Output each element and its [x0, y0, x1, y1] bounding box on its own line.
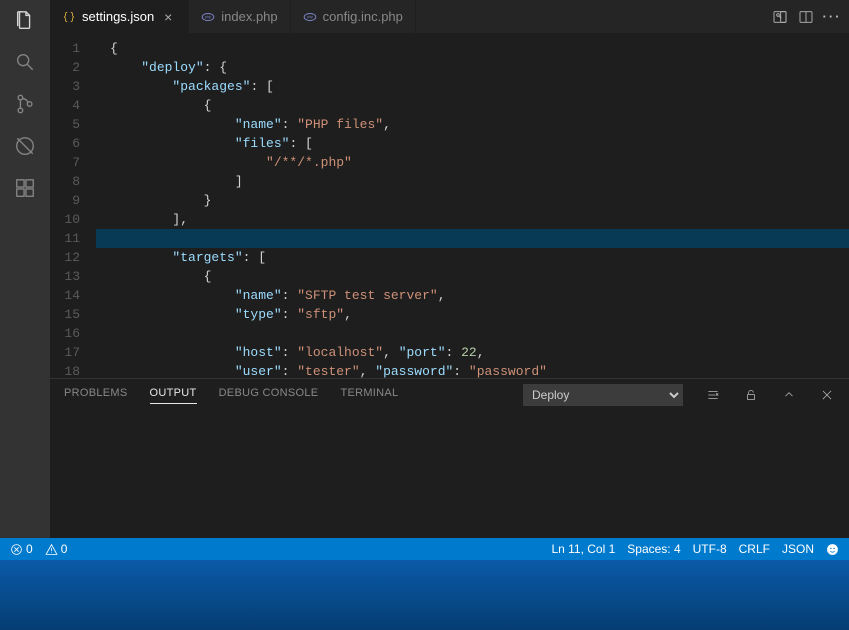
clear-output-icon[interactable] — [705, 387, 721, 403]
more-actions-icon[interactable]: ··· — [823, 8, 841, 26]
line-number: 13 — [50, 267, 80, 286]
panel: PROBLEMS OUTPUT DEBUG CONSOLE TERMINAL Depl… — [50, 378, 849, 538]
tab-index-php[interactable]: php index.php — [189, 0, 290, 33]
line-number: 1 — [50, 39, 80, 58]
source-control-icon[interactable] — [13, 92, 37, 116]
code-line[interactable]: "deploy": { — [96, 58, 849, 77]
panel-tab-terminal[interactable]: TERMINAL — [340, 387, 398, 404]
code-line[interactable]: "name": "PHP files", — [96, 115, 849, 134]
status-bar: 0 0 Ln 11, Col 1 Spaces: 4 UTF-8 CRLF JS… — [0, 538, 849, 560]
explorer-icon[interactable] — [13, 8, 37, 32]
code-line[interactable]: "/**/*.php" — [96, 153, 849, 172]
maximize-panel-icon[interactable] — [781, 387, 797, 403]
code-line[interactable]: "user": "tester", "password": "password" — [96, 362, 849, 378]
line-number: 18 — [50, 362, 80, 378]
tab-settings-json[interactable]: settings.json × — [50, 0, 189, 33]
php-file-icon: php — [303, 10, 317, 24]
split-editor-icon[interactable] — [797, 8, 815, 26]
line-number: 17 — [50, 343, 80, 362]
svg-text:php: php — [307, 15, 313, 19]
code-line[interactable]: ] — [96, 172, 849, 191]
search-icon[interactable] — [13, 50, 37, 74]
code-line[interactable]: "files": [ — [96, 134, 849, 153]
line-number: 9 — [50, 191, 80, 210]
line-number: 12 — [50, 248, 80, 267]
line-number: 5 — [50, 115, 80, 134]
code-line[interactable]: { — [96, 267, 849, 286]
line-number: 3 — [50, 77, 80, 96]
json-file-icon — [62, 10, 76, 24]
panel-tab-output[interactable]: OUTPUT — [150, 387, 197, 404]
line-number: 11 — [50, 229, 80, 248]
line-number: 14 — [50, 286, 80, 305]
php-file-icon: php — [201, 10, 215, 24]
feedback-icon[interactable] — [826, 543, 839, 556]
line-number: 4 — [50, 96, 80, 115]
code-line[interactable] — [96, 324, 849, 343]
code-line[interactable]: "host": "localhost", "port": 22, — [96, 343, 849, 362]
tab-label: settings.json — [82, 9, 154, 24]
debug-icon[interactable] — [13, 134, 37, 158]
activity-bar — [0, 0, 50, 538]
taskbar — [0, 560, 849, 630]
status-warnings[interactable]: 0 — [45, 542, 68, 556]
line-number: 15 — [50, 305, 80, 324]
code-line[interactable]: "name": "SFTP test server", — [96, 286, 849, 305]
tab-label: config.inc.php — [323, 9, 403, 24]
svg-text:php: php — [205, 15, 211, 19]
toggle-preview-icon[interactable] — [771, 8, 789, 26]
line-number: 7 — [50, 153, 80, 172]
output-body — [50, 411, 849, 538]
code-line[interactable]: "type": "sftp", — [96, 305, 849, 324]
line-number: 16 — [50, 324, 80, 343]
tab-config-inc-php[interactable]: php config.inc.php — [291, 0, 416, 33]
extensions-icon[interactable] — [13, 176, 37, 200]
close-tab-icon[interactable]: × — [160, 9, 176, 25]
tab-bar: settings.json × php index.php php config.inc.… — [50, 0, 849, 33]
lock-scroll-icon[interactable] — [743, 387, 759, 403]
code-editor[interactable]: 12345678910111213141516171819 { "deploy"… — [50, 33, 849, 378]
status-ln-col[interactable]: Ln 11, Col 1 — [551, 542, 615, 556]
output-channel-select[interactable]: Deploy — [523, 384, 683, 406]
panel-tab-problems[interactable]: PROBLEMS — [64, 387, 128, 404]
line-number: 10 — [50, 210, 80, 229]
line-number: 6 — [50, 134, 80, 153]
code-line[interactable]: ], — [96, 210, 849, 229]
code-line[interactable]: "targets": [ — [96, 248, 849, 267]
code-line[interactable] — [96, 229, 849, 248]
status-spaces[interactable]: Spaces: 4 — [627, 542, 680, 556]
code-line[interactable]: "packages": [ — [96, 77, 849, 96]
code-line[interactable]: { — [96, 39, 849, 58]
status-language[interactable]: JSON — [782, 542, 814, 556]
status-eol[interactable]: CRLF — [739, 542, 770, 556]
close-panel-icon[interactable] — [819, 387, 835, 403]
line-number: 2 — [50, 58, 80, 77]
code-line[interactable]: } — [96, 191, 849, 210]
tab-label: index.php — [221, 9, 277, 24]
status-errors[interactable]: 0 — [10, 542, 33, 556]
code-line[interactable]: { — [96, 96, 849, 115]
panel-tab-debug-console[interactable]: DEBUG CONSOLE — [219, 387, 319, 404]
status-encoding[interactable]: UTF-8 — [693, 542, 727, 556]
line-number: 8 — [50, 172, 80, 191]
